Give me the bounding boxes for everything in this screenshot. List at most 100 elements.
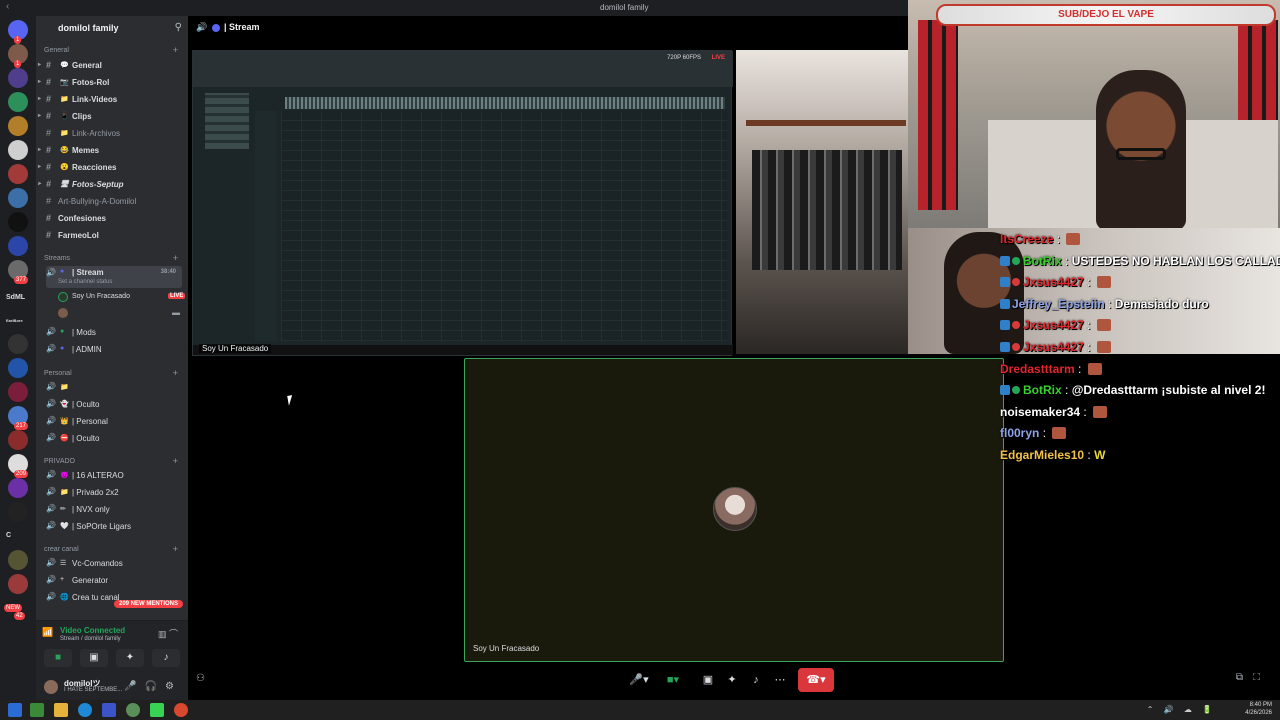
- server-label[interactable]: SdML: [6, 294, 25, 301]
- channel-16-alterao[interactable]: 🔊 😈 | 16 ALTERAO: [46, 470, 182, 484]
- folder-icon: 📁: [60, 384, 69, 391]
- channel-oculto[interactable]: 🔊 👻 | Oculto: [46, 399, 182, 413]
- channel-personal[interactable]: 🔊 👑 | Personal: [46, 416, 182, 430]
- server-icon[interactable]: [8, 550, 28, 570]
- channel-nvx-only[interactable]: 🔊 ✏ | NVX only: [46, 504, 182, 518]
- avatar: [713, 487, 757, 531]
- server-icon[interactable]: [8, 188, 28, 208]
- add-member-icon[interactable]: ⚲: [175, 22, 182, 33]
- add-channel-icon[interactable]: +: [173, 253, 178, 263]
- popout-icon[interactable]: ⧉⛶: [1236, 672, 1270, 683]
- add-channel-icon[interactable]: +: [173, 456, 178, 466]
- category-streams[interactable]: Streams: [44, 255, 70, 262]
- mute-button[interactable]: 🎤▾: [624, 668, 654, 692]
- channel-generator[interactable]: 🔊 + Generator: [46, 575, 182, 589]
- category-personal[interactable]: Personal: [44, 370, 72, 377]
- channel-confesiones[interactable]: # Confesiones: [46, 213, 182, 227]
- daw-keys: [255, 111, 277, 341]
- category-privado[interactable]: PRIVADO: [44, 458, 75, 465]
- screen-share-button[interactable]: ▣: [80, 649, 108, 667]
- speaker-icon: 🔊: [46, 592, 56, 601]
- camera-button[interactable]: ■: [44, 649, 72, 667]
- avatar[interactable]: [58, 308, 68, 318]
- channel-memes[interactable]: ▸ # 😂 Memes: [38, 145, 182, 159]
- clock[interactable]: 8:40 PM 4/26/2026: [1245, 701, 1272, 717]
- system-tray-icons[interactable]: ⌃ 🔊 ☁ 🔋: [1147, 705, 1216, 714]
- channel-art-bullying[interactable]: # Art-Bullying-A-Domilol: [46, 196, 182, 210]
- server-icon[interactable]: [8, 382, 28, 402]
- server-icon[interactable]: [8, 358, 28, 378]
- voice-status[interactable]: Video Connected: [60, 626, 125, 635]
- channel-privado-2x2[interactable]: 🔊 📁 | Privado 2x2: [46, 487, 182, 501]
- server-icon[interactable]: [8, 502, 28, 522]
- category-crear-canal[interactable]: crear canal: [44, 546, 79, 553]
- server-icon[interactable]: [8, 68, 28, 88]
- server-icon[interactable]: [8, 164, 28, 184]
- kick-icon[interactable]: [150, 703, 164, 717]
- unread-badge: 1: [14, 60, 22, 68]
- server-icon[interactable]: [8, 478, 28, 498]
- disconnect-icon[interactable]: ▥ ⌒: [158, 627, 178, 640]
- server-label[interactable]: EarlBore: [6, 318, 23, 323]
- channel-vc-comandos[interactable]: 🔊 ☰ Vc-Comandos: [46, 558, 182, 572]
- channel-clips[interactable]: ▸ # 📱 Clips: [38, 111, 182, 125]
- user-controls[interactable]: 🎤🎧⚙: [124, 681, 182, 692]
- discord-icon[interactable]: [102, 703, 116, 717]
- signal-icon[interactable]: 📶: [42, 627, 53, 638]
- voice-sub[interactable]: Stream / domilol family: [60, 636, 121, 642]
- avatar[interactable]: [44, 680, 58, 694]
- more-icon[interactable]: ⋯: [772, 668, 788, 692]
- add-channel-icon[interactable]: +: [173, 544, 178, 554]
- channel-stream[interactable]: 🔊 ● | Stream 38:40 Set a channel status: [46, 266, 182, 288]
- screen-share-tile[interactable]: 720P 60FPS LIVE Soy Un Fracasado: [192, 50, 733, 356]
- server-icon[interactable]: [8, 116, 28, 136]
- server-name[interactable]: domilol family: [58, 23, 119, 33]
- edge-icon[interactable]: [78, 703, 92, 717]
- folder-icon[interactable]: [54, 703, 68, 717]
- screen-share-button[interactable]: ▣: [700, 668, 716, 692]
- window-title: domilol family: [600, 3, 649, 12]
- channel-personal-1[interactable]: 🔊 📁: [46, 382, 182, 396]
- channel-reacciones[interactable]: ▸ # 😮 Reacciones: [38, 162, 182, 176]
- server-icon[interactable]: [8, 574, 28, 594]
- channel-link-videos[interactable]: ▸ # 📁 Link-Videos: [38, 94, 182, 108]
- disconnect-button[interactable]: ☎▾: [798, 668, 834, 692]
- channel-status[interactable]: Set a channel status: [58, 279, 112, 285]
- chrome-icon[interactable]: [174, 703, 188, 717]
- server-icon[interactable]: [8, 236, 28, 256]
- channel-oculto-2[interactable]: 🔊 ⛔ | Oculto: [46, 433, 182, 447]
- channel-fotos-rol[interactable]: ▸ # 📷 Fotos-Rol: [38, 77, 182, 91]
- user-video-tile[interactable]: Soy Un Fracasado: [464, 358, 1004, 662]
- back-arrow-icon[interactable]: ‹: [6, 1, 9, 12]
- server-header[interactable]: domilol family ⚲: [36, 16, 188, 40]
- activities-button[interactable]: ✦: [724, 668, 740, 692]
- camera-button[interactable]: ■▾: [658, 668, 688, 692]
- soundboard-button[interactable]: ♪: [152, 649, 180, 667]
- server-icon[interactable]: [8, 92, 28, 112]
- channel-farmeolol[interactable]: # FarmeoLol: [46, 230, 182, 244]
- obs-icon[interactable]: [126, 703, 140, 717]
- channel-soporte-ligars[interactable]: 🔊 🤍 | SoPOrte Ligars: [46, 521, 182, 535]
- soundboard-button[interactable]: ♪: [748, 668, 764, 692]
- members-icon[interactable]: ⚇: [196, 673, 205, 684]
- channel-admin[interactable]: 🔊 ● | ADMIN: [46, 344, 182, 358]
- terminal-icon[interactable]: [30, 703, 44, 717]
- activities-button[interactable]: ✦: [116, 649, 144, 667]
- server-icon[interactable]: [8, 140, 28, 160]
- server-icon[interactable]: [8, 430, 28, 450]
- channel-mods[interactable]: 🔊 ● | Mods: [46, 327, 182, 341]
- add-channel-icon[interactable]: +: [173, 368, 178, 378]
- user-status[interactable]: I HATE SEPTEMBE...: [64, 687, 122, 693]
- channel-general[interactable]: ▸ # 💬 General: [38, 60, 182, 74]
- new-mentions-pill[interactable]: 209 NEW MENTIONS: [114, 600, 184, 608]
- voice-user[interactable]: Soy Un Fracasado LIVE: [46, 292, 186, 306]
- start-icon[interactable]: [8, 703, 22, 717]
- channel-link-archivos[interactable]: # 📁 Link-Archivos: [46, 128, 182, 142]
- server-rail: SdML EarlBore C NEW 1 1 377 217 209 42: [0, 16, 36, 700]
- server-label[interactable]: C: [6, 532, 11, 539]
- channel-fotos-septup[interactable]: ▸ # 🖥 Fotos-Septup: [38, 179, 182, 193]
- server-icon[interactable]: [8, 334, 28, 354]
- category-general[interactable]: General: [44, 47, 69, 54]
- server-icon[interactable]: [8, 212, 28, 232]
- add-channel-icon[interactable]: +: [173, 45, 178, 55]
